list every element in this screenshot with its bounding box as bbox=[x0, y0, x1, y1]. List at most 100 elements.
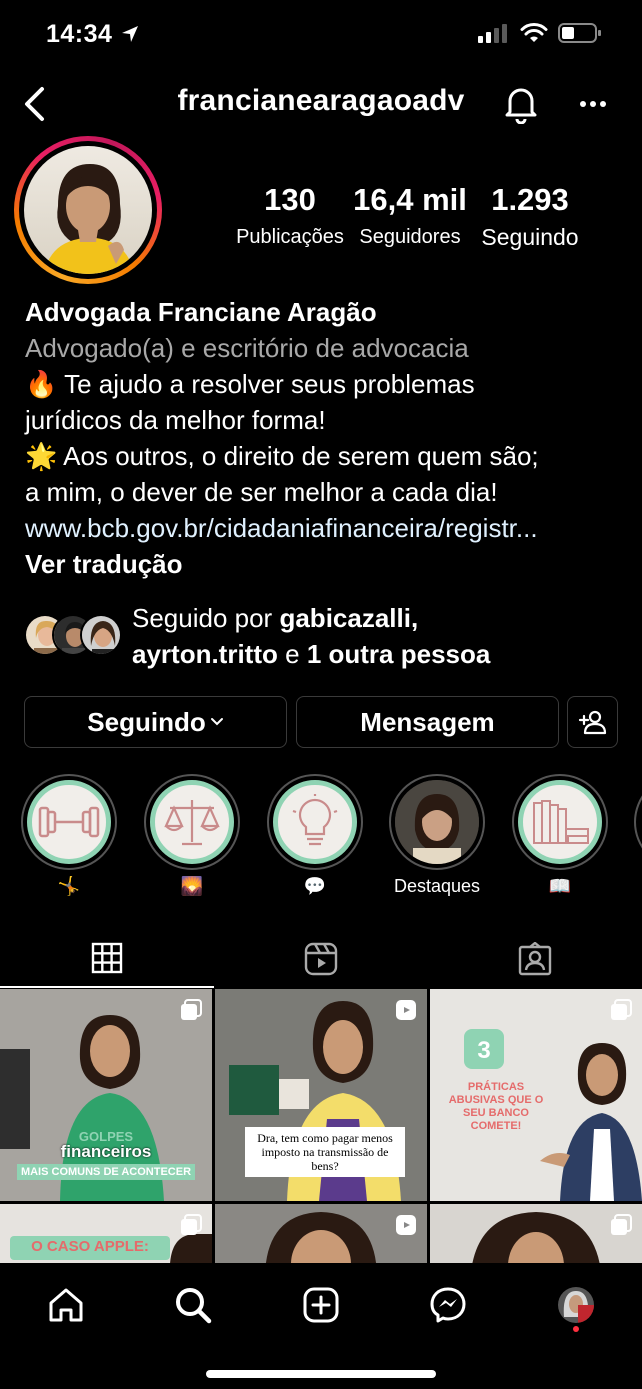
profile-stats: 130 Publicações 16,4 mil Seguidores 1.29… bbox=[230, 182, 590, 251]
search-icon bbox=[176, 1288, 212, 1324]
bio-line: 🌟 Aos outros, o direito de serem quem sã… bbox=[25, 441, 539, 471]
notifications-button[interactable] bbox=[502, 84, 540, 129]
location-arrow-icon bbox=[120, 24, 140, 49]
followed-by[interactable]: Seguido por gabicazalli, ayrton.tritto e… bbox=[24, 600, 624, 670]
post-caption: Dra, tem como pagar menos imposto na tra… bbox=[245, 1127, 405, 1177]
nav-profile[interactable] bbox=[546, 1280, 606, 1332]
mutual-username[interactable]: ayrton.tritto bbox=[132, 639, 278, 669]
followed-by-text: Seguido por gabicazalli, ayrton.tritto e… bbox=[132, 600, 490, 672]
bio-line: 🔥 Te ajudo a resolver seus problemas bbox=[25, 369, 475, 399]
highlight-item-partial[interactable] bbox=[634, 774, 642, 870]
profile-tabs bbox=[0, 930, 642, 988]
bio-line: a mim, o dever de ser melhor a cada dia! bbox=[25, 477, 498, 507]
carousel-icon bbox=[610, 999, 632, 1026]
nav-home[interactable] bbox=[36, 1280, 96, 1330]
mutual-avatars bbox=[24, 614, 124, 658]
home-indicator bbox=[206, 1370, 436, 1378]
bio-link[interactable]: www.bcb.gov.br/cidadaniafinanceira/regis… bbox=[25, 510, 625, 546]
profile-avatar-small bbox=[558, 1287, 594, 1323]
highlight-label: 🌄 bbox=[180, 876, 204, 896]
reels-icon bbox=[304, 942, 338, 976]
carousel-icon bbox=[610, 1214, 632, 1241]
highlight-item[interactable]: 💬 bbox=[267, 774, 363, 897]
reel-icon bbox=[395, 999, 417, 1026]
scales-icon bbox=[150, 780, 234, 864]
more-options-button[interactable] bbox=[578, 92, 608, 121]
carousel-icon bbox=[180, 999, 202, 1026]
grid-post[interactable]: Dra, tem como pagar menos imposto na tra… bbox=[215, 989, 427, 1201]
notification-dot bbox=[573, 1326, 579, 1332]
nav-search[interactable] bbox=[163, 1280, 223, 1330]
stat-number: 1.293 bbox=[491, 182, 569, 217]
chevron-down-icon bbox=[210, 718, 223, 726]
stat-number: 130 bbox=[264, 182, 316, 217]
grid-post[interactable] bbox=[430, 1204, 642, 1263]
mutual-avatar bbox=[80, 614, 122, 656]
nav-create[interactable] bbox=[291, 1280, 351, 1330]
following-button[interactable]: Seguindo bbox=[24, 696, 287, 748]
highlight-photo bbox=[395, 780, 479, 864]
grid-post[interactable] bbox=[215, 1204, 427, 1263]
highlight-label: 💬 bbox=[303, 876, 327, 896]
tagged-icon bbox=[518, 942, 552, 976]
profile-actions: Seguindo Mensagem bbox=[24, 696, 618, 748]
tab-reels[interactable] bbox=[214, 930, 428, 988]
lightbulb-icon bbox=[273, 780, 357, 864]
wifi-icon bbox=[520, 23, 548, 48]
post-title-sub: MAIS COMUNS DE ACONTECER bbox=[16, 1164, 196, 1180]
home-icon bbox=[49, 1288, 83, 1322]
grid-post[interactable]: GOLPES financeiros MAIS COMUNS DE ACONTE… bbox=[0, 989, 212, 1201]
tab-posts[interactable] bbox=[0, 930, 214, 988]
see-translation-link[interactable]: Ver tradução bbox=[25, 546, 625, 582]
profile-display-name: Advogada Franciane Aragão bbox=[25, 297, 377, 327]
messenger-icon bbox=[430, 1287, 466, 1323]
post-text: O CASO APPLE: bbox=[31, 1238, 149, 1255]
profile-header: francianearagaoadv bbox=[0, 72, 642, 136]
stat-label: Seguidores bbox=[359, 226, 461, 248]
highlight-label: 🤸 bbox=[57, 876, 81, 896]
mutual-others[interactable]: 1 outra pessoa bbox=[307, 639, 491, 669]
highlight-item[interactable]: 🌄 bbox=[144, 774, 240, 897]
avatar-photo bbox=[24, 146, 152, 274]
books-icon bbox=[518, 780, 602, 864]
carousel-icon bbox=[180, 1214, 202, 1241]
highlight-label: Destaques bbox=[393, 876, 481, 896]
reel-icon bbox=[395, 1214, 417, 1241]
tab-tagged[interactable] bbox=[428, 930, 642, 988]
bio-line: jurídicos da melhor forma! bbox=[25, 405, 326, 435]
suggested-users-button[interactable] bbox=[567, 696, 618, 748]
highlight-item[interactable]: 📖 bbox=[512, 774, 608, 897]
stat-label: Publicações bbox=[236, 226, 344, 248]
plus-square-icon bbox=[303, 1287, 339, 1323]
highlight-item[interactable]: 🤸 bbox=[21, 774, 117, 897]
followed-connector: e bbox=[285, 639, 300, 669]
signal-icon bbox=[478, 23, 510, 48]
followed-prefix: Seguido por bbox=[132, 603, 273, 633]
battery-icon bbox=[558, 22, 602, 49]
bottom-navigation bbox=[0, 1264, 642, 1389]
stat-number: 16,4 mil bbox=[353, 182, 467, 217]
highlight-item[interactable]: Destaques bbox=[389, 774, 485, 897]
profile-avatar[interactable] bbox=[14, 136, 162, 284]
post-title-main: financeiros bbox=[60, 1142, 152, 1161]
message-button[interactable]: Mensagem bbox=[296, 696, 559, 748]
status-time: 14:34 bbox=[46, 20, 113, 48]
post-number: 3 bbox=[477, 1037, 491, 1064]
nav-messenger[interactable] bbox=[418, 1280, 478, 1330]
grid-icon bbox=[91, 942, 123, 974]
profile-username: francianearagaoadv bbox=[177, 84, 465, 117]
dumbbell-icon bbox=[27, 780, 111, 864]
grid-post[interactable]: O CASO APPLE: bbox=[0, 1204, 212, 1263]
post-text: PRÁTICAS ABUSIVAS QUE O SEU BANCO COMETE… bbox=[448, 1081, 544, 1132]
more-dots-icon bbox=[580, 101, 606, 107]
highlight-label: 📖 bbox=[548, 876, 572, 896]
posts-grid: GOLPES financeiros MAIS COMUNS DE ACONTE… bbox=[0, 989, 642, 1263]
following-label: Seguindo bbox=[87, 706, 206, 737]
following-count[interactable]: 1.293 Seguindo bbox=[470, 182, 590, 251]
followers-count[interactable]: 16,4 mil Seguidores bbox=[350, 182, 470, 251]
grid-post[interactable]: 3 PRÁTICAS ABUSIVAS QUE O SEU BANCO COME… bbox=[430, 989, 642, 1201]
mutual-username[interactable]: gabicazalli, bbox=[279, 603, 418, 633]
profile-bio: Advogada Franciane Aragão Advogado(a) e … bbox=[25, 294, 625, 582]
profile-category: Advogado(a) e escritório de advocacia bbox=[25, 333, 469, 363]
posts-count[interactable]: 130 Publicações bbox=[230, 182, 350, 251]
